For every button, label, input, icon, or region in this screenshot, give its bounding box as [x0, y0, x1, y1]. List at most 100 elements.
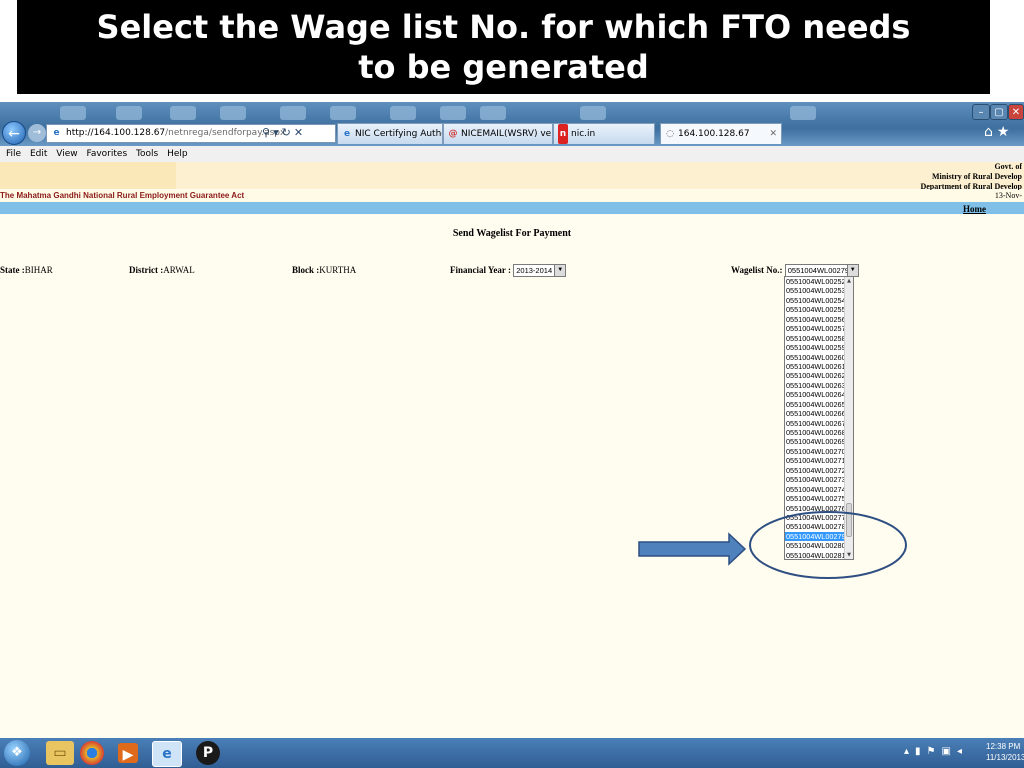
wagelist-option[interactable]: 0551004WL00271: [785, 456, 846, 465]
star-icon[interactable]: ★: [997, 124, 1014, 140]
wagelist-option[interactable]: 0551004WL00278: [785, 522, 846, 531]
fy-label: Financial Year :: [450, 265, 511, 275]
wagelist-option[interactable]: 0551004WL00273: [785, 475, 846, 484]
thumb: [790, 106, 816, 120]
minimize-button[interactable]: –: [972, 104, 990, 120]
address-host: http://164.100.128.67: [66, 128, 166, 138]
wagelist-option[interactable]: 0551004WL00274: [785, 485, 846, 494]
thumb: [116, 106, 142, 120]
maximize-button[interactable]: ▢: [990, 104, 1008, 120]
scroll-down-icon[interactable]: ▼: [845, 551, 853, 559]
financial-year-select[interactable]: 2013-2014 ▼: [513, 264, 567, 278]
dropdown-scrollbar[interactable]: ▲ ▼: [844, 277, 853, 559]
browser-chrome: – ▢ ✕ ← → e http://164.100.128.67/netnreg…: [0, 102, 1024, 146]
tray-arrow-icon[interactable]: ▴: [904, 746, 915, 757]
block-label: Block :: [292, 265, 320, 275]
search-icon[interactable]: ⚲: [262, 126, 273, 139]
wagelist-option[interactable]: 0551004WL00280: [785, 541, 846, 550]
menu-favorites[interactable]: Favorites: [86, 146, 127, 162]
tab-nicemail[interactable]: @NICEMAIL(WSRV) ver 5...: [443, 123, 553, 144]
chrome-icon[interactable]: [80, 741, 104, 765]
wagelist-option[interactable]: 0551004WL00277: [785, 513, 846, 522]
wagelist-option[interactable]: 0551004WL00262: [785, 371, 846, 380]
wagelist-option[interactable]: 0551004WL00276: [785, 504, 846, 513]
wagelist-option[interactable]: 0551004WL00267: [785, 419, 846, 428]
wagelist-option[interactable]: 0551004WL00275: [785, 494, 846, 503]
menu-edit[interactable]: Edit: [30, 146, 47, 162]
act-title: The Mahatma Gandhi National Rural Employ…: [0, 191, 245, 200]
home-link[interactable]: Home: [963, 204, 986, 214]
wagelist-option[interactable]: 0551004WL00259: [785, 343, 846, 352]
tab-nic-ca[interactable]: e NIC Certifying Authority: [337, 123, 443, 144]
fy-field: Financial Year : 2013-2014 ▼: [450, 264, 567, 278]
close-icon[interactable]: ✕: [769, 124, 777, 144]
folder-icon[interactable]: ▭: [46, 741, 74, 765]
wagelist-option[interactable]: 0551004WL00279: [785, 531, 846, 542]
state-value: BIHAR: [24, 265, 53, 275]
clock-date: 11/13/2013: [986, 753, 1024, 762]
p-app-icon[interactable]: P: [196, 741, 220, 765]
wagelist-dropdown[interactable]: 0551004WL00252 0551004WL00253 0551004WL002…: [784, 276, 854, 560]
tab-label: 164.100.128.67: [678, 129, 750, 139]
scroll-up-icon[interactable]: ▲: [845, 277, 853, 285]
district-field: District :ARWAL: [129, 264, 195, 276]
close-window-button[interactable]: ✕: [1008, 104, 1024, 120]
scroll-thumb[interactable]: [846, 503, 852, 537]
wagelist-option[interactable]: 0551004WL00269: [785, 437, 846, 446]
wagelist-option[interactable]: 0551004WL00256: [785, 315, 846, 324]
wagelist-option[interactable]: 0551004WL00268: [785, 428, 846, 437]
menu-tools[interactable]: Tools: [136, 146, 158, 162]
wagelist-option[interactable]: 0551004WL00260: [785, 353, 846, 362]
wagelist-option[interactable]: 0551004WL00261: [785, 362, 846, 371]
clock[interactable]: 12:38 PM 11/13/2013: [986, 741, 1024, 763]
windows-start-icon[interactable]: ❖: [4, 740, 30, 766]
thumb: [440, 106, 466, 120]
network-icon[interactable]: ▣: [942, 746, 957, 757]
tab-nic-in[interactable]: n nic.in: [553, 123, 655, 144]
dropdown-arrow-icon[interactable]: ▼: [554, 265, 566, 277]
wagelist-option[interactable]: 0551004WL00252: [785, 277, 846, 286]
thumb: [170, 106, 196, 120]
wagelist-label: Wagelist No.:: [731, 265, 783, 275]
tab-active[interactable]: ◌ 164.100.128.67 ✕: [660, 123, 782, 144]
refresh-icon[interactable]: ↻: [282, 126, 294, 139]
wagelist-option[interactable]: 0551004WL00253: [785, 286, 846, 295]
forward-arrow-icon[interactable]: →: [28, 124, 46, 142]
wagelist-option[interactable]: 0551004WL00257: [785, 324, 846, 333]
dropdown-arrow-icon[interactable]: ▼: [846, 265, 858, 277]
tab-label: nic.in: [571, 129, 596, 139]
back-arrow-icon[interactable]: ←: [2, 121, 26, 145]
ie-icon: e: [53, 128, 60, 138]
thumb: [60, 106, 86, 120]
ie-icon: e: [343, 129, 351, 139]
wagelist-option[interactable]: 0551004WL00263: [785, 381, 846, 390]
compat-icon[interactable]: ▾: [273, 126, 282, 139]
menu-view[interactable]: View: [56, 146, 77, 162]
fy-selected: 2013-2014: [516, 266, 553, 276]
menu-file[interactable]: File: [6, 146, 21, 162]
block-value: KURTHA: [319, 265, 357, 275]
stop-icon[interactable]: ✕: [294, 126, 306, 139]
thumb: [390, 106, 416, 120]
wagelist-option[interactable]: 0551004WL00270: [785, 447, 846, 456]
nav-band: [0, 202, 1024, 214]
home-icon[interactable]: ⌂: [984, 124, 997, 140]
wagelist-option[interactable]: 0551004WL00255: [785, 305, 846, 314]
wagelist-option[interactable]: 0551004WL00264: [785, 390, 846, 399]
tray-icon[interactable]: ▮: [915, 746, 927, 757]
menu-help[interactable]: Help: [167, 146, 188, 162]
clock-time: 12:38 PM: [986, 742, 1021, 751]
wagelist-option[interactable]: 0551004WL00258: [785, 334, 846, 343]
wagelist-option[interactable]: 0551004WL00265: [785, 400, 846, 409]
wagelist-option[interactable]: 0551004WL00272: [785, 466, 846, 475]
thumb: [330, 106, 356, 120]
current-date: 13-Nov-: [994, 191, 1022, 200]
wagelist-option[interactable]: 0551004WL00266: [785, 409, 846, 418]
flag-icon[interactable]: ⚑: [927, 746, 942, 757]
wagelist-option[interactable]: 0551004WL00254: [785, 296, 846, 305]
volume-icon[interactable]: ◂: [957, 746, 968, 757]
wagelist-option[interactable]: 0551004WL00281: [785, 551, 846, 559]
media-player-icon[interactable]: ▶: [118, 743, 138, 763]
thumb: [480, 106, 506, 120]
ie-taskbar-icon[interactable]: e: [152, 741, 182, 767]
